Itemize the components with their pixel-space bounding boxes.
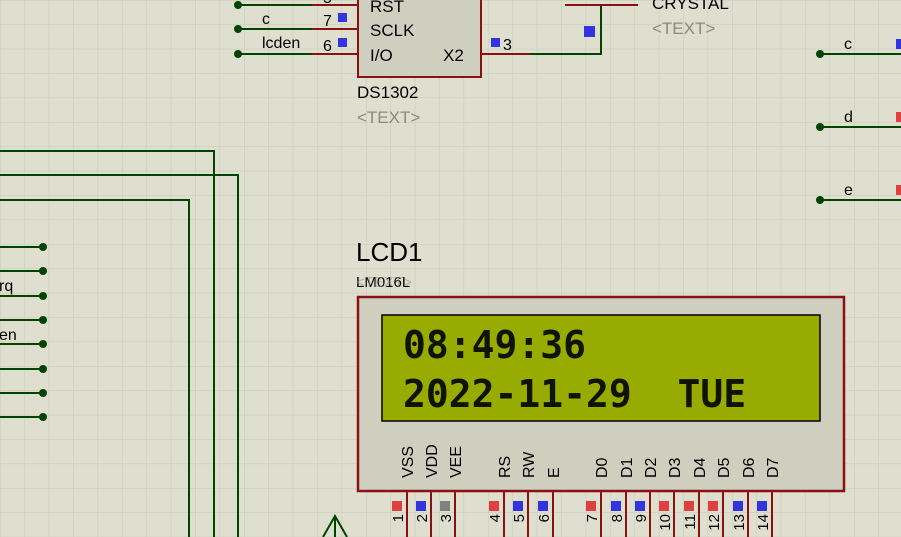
lcd-pin-name-d1: D1: [619, 457, 636, 478]
junction-dot: [234, 25, 242, 33]
schematic-canvas[interactable]: RST SCLK I/O X2 5 7 6 3 c lcden DS1302 <…: [0, 0, 901, 537]
net-label-c: c: [262, 11, 270, 28]
lcd-pin-number-5: 5: [511, 514, 528, 522]
junction-dot: [39, 413, 47, 421]
pin-name-io: I/O: [370, 46, 393, 65]
lcd-pin-state-d0: [586, 501, 596, 511]
junction-dot: [39, 389, 47, 397]
junction-dot: [234, 1, 242, 9]
lcd-pin-number-6: 6: [536, 514, 553, 522]
pin-number-rst: 5: [323, 0, 332, 7]
pin-number-sclk: 7: [323, 13, 332, 30]
lcd-line-2: 2022-11-29 TUE: [403, 372, 746, 416]
pin-state-sclk: [338, 13, 347, 22]
lcd-pin-number-14: 14: [755, 514, 772, 531]
lcd-pin-name-vee: VEE: [448, 446, 465, 478]
lcd-pin-name-rw: RW: [521, 451, 538, 478]
lcd-pin-name-d0: D0: [594, 457, 611, 478]
pin-number-io: 6: [323, 38, 332, 55]
lcd-pin-number-3: 3: [438, 514, 455, 522]
lcd-pin-state-d3: [659, 501, 669, 511]
lcd-pin-state-vdd: [416, 501, 426, 511]
lcd-pin-state-d5: [708, 501, 718, 511]
lcd-pin-name-vss: VSS: [400, 446, 417, 478]
junction-dot: [816, 123, 824, 131]
lcd-pin-state-rw: [513, 501, 523, 511]
pin-state-right-c: [896, 39, 901, 49]
lcd-pin-number-2: 2: [414, 514, 431, 522]
pin-number-x2: 3: [503, 37, 512, 54]
lcd-pin-number-12: 12: [706, 514, 723, 531]
lcd-pin-name-d7: D7: [765, 457, 782, 478]
lcd-pin-number-8: 8: [609, 514, 626, 522]
lcd-pin-number-9: 9: [633, 514, 650, 522]
pin-state-right-e: [896, 185, 901, 195]
pin-name-sclk: SCLK: [370, 21, 415, 40]
lcd-pin-number-11: 11: [682, 514, 699, 530]
lcd-pin-name-d5: D5: [716, 457, 733, 478]
lcd-pin-state-e: [538, 501, 548, 511]
crystal-label: CRYSTAL: [652, 0, 729, 13]
pin-state-io: [338, 38, 347, 47]
pin-state-right-d: [896, 112, 901, 122]
lcd-pin-state-d7: [757, 501, 767, 511]
junction-dot: [39, 292, 47, 300]
lcd-pin-name-d4: D4: [692, 457, 709, 478]
ds1302-text-placeholder: <TEXT>: [357, 108, 420, 127]
pin-name-x2: X2: [443, 46, 464, 65]
lcd-pin-number-7: 7: [584, 514, 601, 522]
net-label-left-rq: rq: [0, 278, 13, 295]
lcd-pin-state-d6: [733, 501, 743, 511]
junction-dot: [816, 50, 824, 58]
lcd-pin-name-d6: D6: [741, 457, 758, 478]
lcd-pin-state-vee: [440, 501, 450, 511]
lcd-pin-name-e: E: [546, 467, 563, 478]
lcd-pin-number-10: 10: [657, 514, 674, 531]
lcd-pin-name-d3: D3: [667, 457, 684, 478]
lcd-line-1: 08:49:36: [403, 323, 586, 367]
net-label-lcden: lcden: [262, 35, 300, 52]
lcd-ref: LCD1: [356, 237, 422, 267]
net-label-right-e: e: [844, 182, 853, 199]
crystal-text-placeholder: <TEXT>: [652, 19, 715, 38]
lcd-pin-name-rs: RS: [497, 456, 514, 478]
net-label-right-c: c: [844, 36, 852, 53]
junction-dot: [234, 50, 242, 58]
crystal-pin-state: [584, 26, 595, 37]
lcd-pin-state-vss: [392, 501, 402, 511]
lcd-pin-number-13: 13: [731, 514, 748, 531]
net-label-left-en: en: [0, 327, 17, 344]
lcd-pin-name-d2: D2: [643, 457, 660, 478]
lcd-pin-state-d1: [611, 501, 621, 511]
lcd-pin-state-rs: [489, 501, 499, 511]
lcd-pin-state-d4: [684, 501, 694, 511]
junction-dot: [39, 340, 47, 348]
lcd-pin-state-d2: [635, 501, 645, 511]
lcd-pin-name-vdd: VDD: [424, 444, 441, 478]
lcd-pin-number-1: 1: [390, 514, 407, 522]
ds1302-ref: DS1302: [357, 83, 418, 102]
pin-state-x2: [491, 38, 500, 47]
junction-dot: [39, 267, 47, 275]
lcd-pin-number-4: 4: [487, 514, 504, 522]
lcd-text-placeholder: <TEXT>: [356, 274, 412, 291]
junction-dot: [39, 365, 47, 373]
junction-dot: [816, 196, 824, 204]
junction-dot: [39, 243, 47, 251]
junction-dot: [39, 316, 47, 324]
pin-name-rst: RST: [370, 0, 404, 16]
net-label-right-d: d: [844, 109, 853, 126]
